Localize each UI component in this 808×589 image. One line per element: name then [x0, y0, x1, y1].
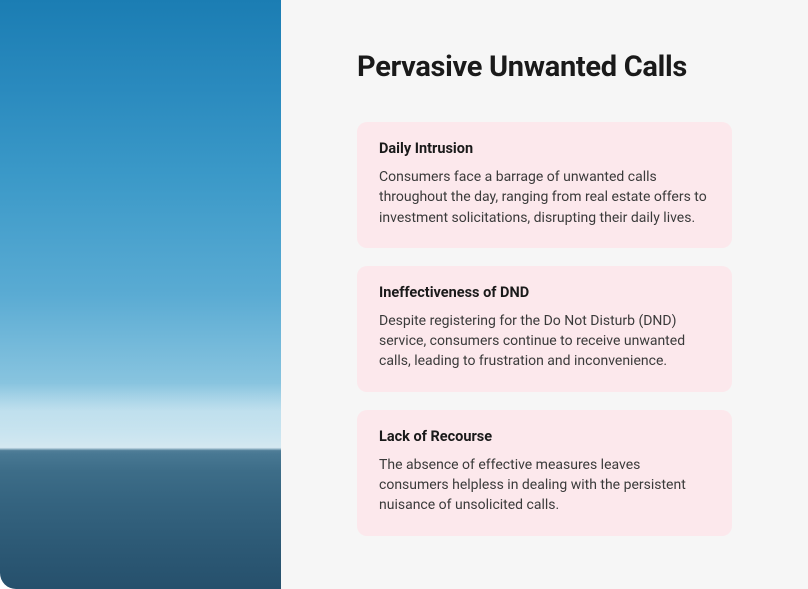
content-panel: Pervasive Unwanted Calls Daily Intrusion…	[281, 0, 808, 589]
hero-image	[0, 0, 281, 589]
card-title: Daily Intrusion	[379, 140, 710, 157]
card-body: The absence of effective measures leaves…	[379, 455, 710, 516]
card-body: Despite registering for the Do Not Distu…	[379, 311, 710, 372]
page-title: Pervasive Unwanted Calls	[357, 50, 732, 84]
slide-container: Pervasive Unwanted Calls Daily Intrusion…	[0, 0, 808, 589]
card-title: Ineffectiveness of DND	[379, 284, 710, 301]
info-card: Lack of Recourse The absence of effectiv…	[357, 410, 732, 536]
info-card: Ineffectiveness of DND Despite registeri…	[357, 266, 732, 392]
card-title: Lack of Recourse	[379, 428, 710, 445]
card-body: Consumers face a barrage of unwanted cal…	[379, 167, 710, 228]
info-card: Daily Intrusion Consumers face a barrage…	[357, 122, 732, 248]
